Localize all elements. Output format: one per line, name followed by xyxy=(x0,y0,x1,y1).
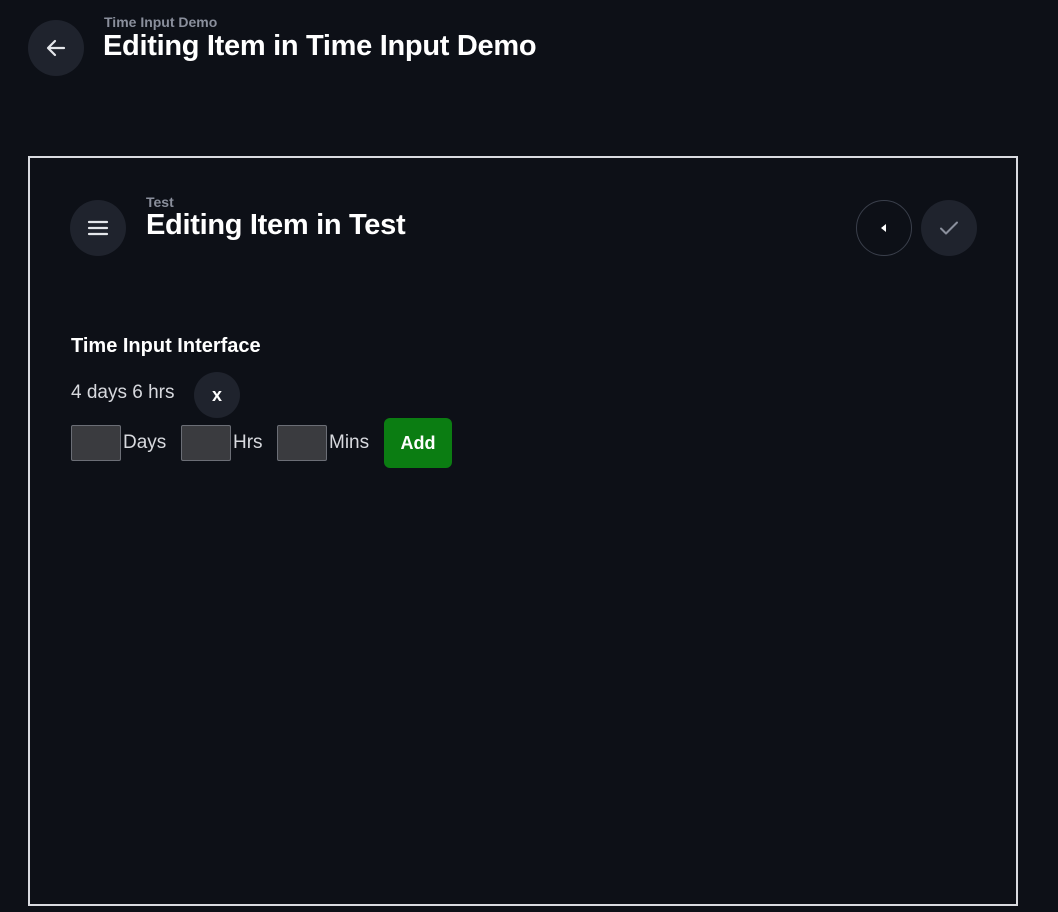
panel-breadcrumb: Test xyxy=(146,194,174,210)
editor-frame: Test Editing Item in Test Time Input Int… xyxy=(28,156,1018,906)
days-unit-label: Days xyxy=(123,432,167,453)
menu-button[interactable] xyxy=(70,200,126,256)
hrs-unit-label: Hrs xyxy=(233,432,263,453)
add-button[interactable]: Add xyxy=(384,418,452,468)
days-input[interactable] xyxy=(71,425,121,461)
check-icon xyxy=(940,221,958,235)
arrow-left-icon xyxy=(46,39,66,57)
caret-left-icon xyxy=(881,224,886,232)
page-title: Editing Item in Time Input Demo xyxy=(103,30,537,62)
save-button[interactable] xyxy=(921,200,977,256)
clear-button[interactable]: x xyxy=(194,372,240,418)
field-label: Time Input Interface xyxy=(71,335,261,357)
mins-unit-label: Mins xyxy=(329,432,370,453)
previous-button[interactable] xyxy=(856,200,912,256)
panel-title: Editing Item in Test xyxy=(146,209,406,241)
page: Time Input Demo Editing Item in Time Inp… xyxy=(0,0,1058,912)
current-value: 4 days 6 hrs xyxy=(71,382,175,403)
back-button[interactable] xyxy=(28,20,84,76)
breadcrumb: Time Input Demo xyxy=(104,14,218,30)
mins-input[interactable] xyxy=(277,425,327,461)
menu-icon xyxy=(87,220,109,236)
hrs-input[interactable] xyxy=(181,425,231,461)
